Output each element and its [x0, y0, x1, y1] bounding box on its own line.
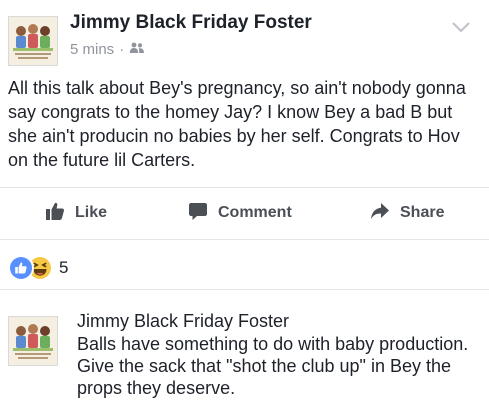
comment-label: Comment [218, 204, 292, 221]
like-label: Like [75, 204, 108, 221]
comment-author[interactable]: Jimmy Black Friday Foster [77, 310, 289, 332]
chevron-down-icon[interactable] [451, 20, 471, 34]
reaction-summary[interactable]: 5 [8, 255, 68, 281]
meta-separator: · [119, 41, 125, 58]
like-reaction-icon [8, 255, 34, 281]
commenter-avatar[interactable] [8, 316, 58, 366]
friends-icon[interactable] [129, 41, 145, 58]
comments-divider [0, 289, 489, 290]
post: Jimmy Black Friday Foster 5 mins · All t… [0, 0, 489, 290]
post-body: All this talk about Bey's pregnancy, so … [8, 78, 466, 170]
share-label: Share [400, 204, 445, 221]
author-avatar[interactable] [8, 16, 58, 66]
comment-item: Jimmy Black Friday Foster Balls have som… [0, 298, 489, 403]
share-arrow-icon [370, 201, 390, 226]
reaction-count: 5 [59, 258, 69, 277]
actions-bottom-divider [0, 239, 489, 240]
post-actions: Like Comment Share [0, 200, 489, 226]
post-author[interactable]: Jimmy Black Friday Foster [70, 11, 312, 35]
post-meta: 5 mins · [70, 41, 145, 58]
share-button[interactable]: Share [370, 200, 444, 226]
post-timestamp[interactable]: 5 mins [70, 41, 114, 58]
comment-bubble-icon [188, 201, 208, 226]
comment-button[interactable]: Comment [188, 200, 292, 226]
comment-body: Balls have something to do with baby pro… [77, 334, 469, 398]
like-button[interactable]: Like [45, 200, 107, 226]
thumbs-up-icon [45, 201, 65, 226]
actions-top-divider [0, 187, 489, 188]
